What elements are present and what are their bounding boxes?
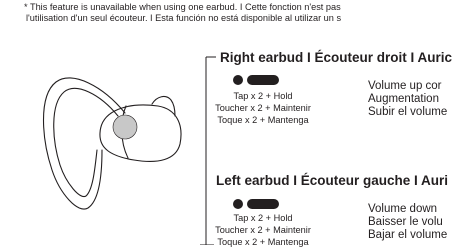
gesture-fr: Toucher x 2 + Maintenir (215, 103, 311, 113)
gesture-es: Toque x 2 + Mantenga (217, 237, 309, 247)
left-gesture-text: Tap x 2 + Hold Toucher x 2 + Maintenir T… (198, 212, 328, 248)
touch-area-icon (112, 114, 138, 140)
earbud-stem (151, 95, 176, 117)
ear-hook-inner (53, 87, 119, 198)
gesture-es: Toque x 2 + Mantenga (217, 115, 309, 125)
hold-pill-icon (247, 75, 279, 85)
right-action-text: Volume up cor Augmentation Subir el volu… (368, 80, 447, 119)
action-en: Volume up cor (368, 80, 442, 92)
action-es: Subir el volume (368, 106, 448, 118)
hold-pill-icon (247, 199, 279, 209)
action-fr: Baisser le volu (368, 216, 443, 228)
action-es: Bajar el volume (368, 229, 448, 241)
gesture-en: Tap x 2 + Hold (233, 213, 293, 223)
action-en: Volume down (368, 203, 438, 215)
action-fr: Augmentation (368, 93, 439, 105)
left-action-text: Volume down Baisser le volu Bajar el vol… (368, 203, 447, 242)
earbud-body (99, 104, 182, 162)
tap-dot-icon (233, 199, 243, 209)
right-earbud-title: Right earbud I Écouteur droit I Auric (220, 50, 453, 65)
gesture-en: Tap x 2 + Hold (233, 91, 293, 101)
gesture-fr: Toucher x 2 + Maintenir (215, 225, 311, 235)
left-earbud-title: Left earbud I Écouteur gauche I Auri (216, 173, 449, 188)
right-gesture-text: Tap x 2 + Hold Toucher x 2 + Maintenir T… (198, 90, 328, 126)
ear-hook-outer (42, 77, 126, 210)
tap-dot-icon (233, 75, 243, 85)
